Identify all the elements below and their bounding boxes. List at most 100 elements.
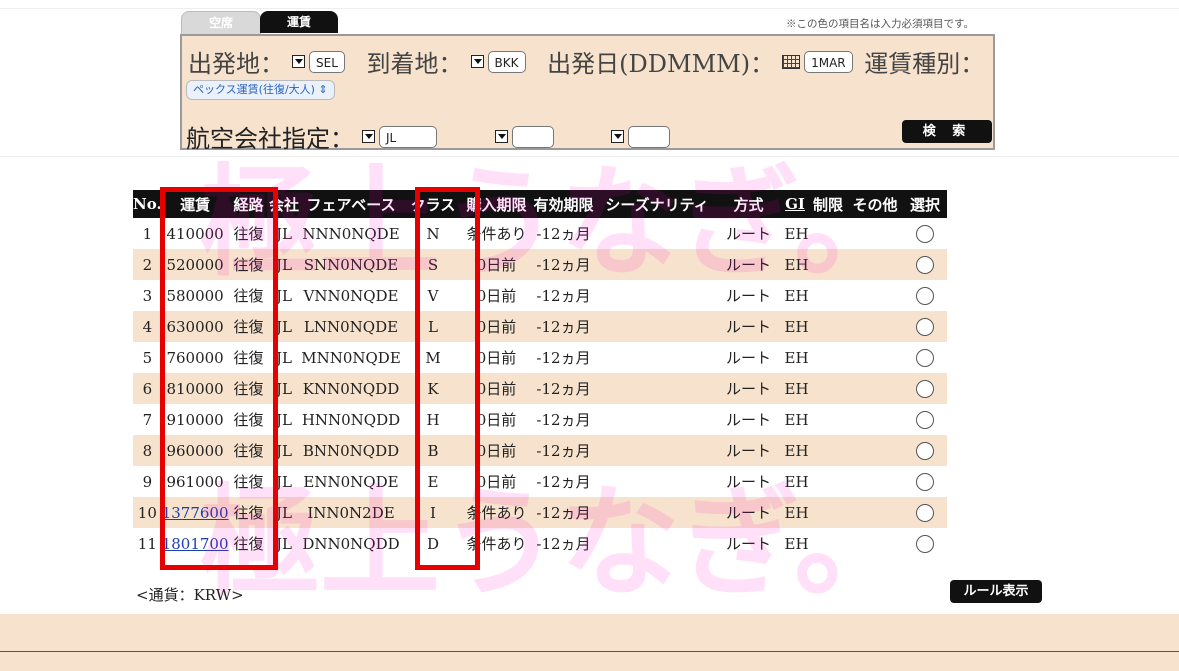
search-button[interactable]: 検 索 (902, 120, 992, 143)
dropdown-icon[interactable] (292, 55, 305, 68)
gi-cell: EH (780, 373, 810, 404)
fare-basis-cell: SNN0NQDE (299, 249, 403, 280)
rule-display-button[interactable]: ルール表示 (950, 580, 1042, 603)
validity-cell: -12ヵ月 (529, 373, 598, 404)
other-cell (846, 311, 904, 342)
tab-fares[interactable]: 運賃 (260, 11, 338, 33)
arrival-label: 到着地： (366, 50, 463, 78)
seasonality-cell (598, 342, 717, 373)
dropdown-icon[interactable] (611, 130, 625, 143)
other-cell (847, 342, 904, 373)
fare-type-value: ペックス運賃(往復/大人) (193, 83, 315, 96)
gi-cell: EH (784, 286, 809, 305)
select-cell (904, 404, 947, 435)
search-row-1: 出発地： SEL 到着地： BKK 出発日(DDMMM)： 1MAR 運賃種別： (188, 44, 984, 79)
select-radio[interactable] (916, 411, 934, 429)
gi-cell: EH (780, 497, 810, 528)
method-cell: ルート (716, 249, 781, 280)
seasonality-cell (598, 404, 717, 435)
validity-cell: -12ヵ月 (529, 249, 598, 280)
departure-date-label: 出発日(DDMMM)： (547, 50, 775, 78)
row-number: 11 (137, 534, 157, 553)
seasonality-cell (597, 373, 717, 404)
row-number: 1 (142, 224, 153, 243)
validity-cell: -12ヵ月 (529, 497, 598, 528)
select-radio[interactable] (916, 287, 934, 305)
fare-basis-cell: VNN0NQDE (303, 286, 399, 305)
other-cell (846, 249, 904, 280)
tab-availability[interactable]: 空席 (181, 11, 261, 34)
row-number: 3 (142, 286, 153, 305)
select-cell (904, 342, 947, 373)
select-radio[interactable] (916, 442, 934, 460)
airline-field-3[interactable] (628, 125, 671, 148)
select-radio[interactable] (916, 318, 934, 336)
validity-cell: -12ヵ月 (529, 435, 598, 466)
seasonality-cell (597, 249, 717, 280)
calendar-icon[interactable] (782, 54, 801, 69)
gi-cell: EH (780, 435, 810, 466)
method-cell: ルート (725, 287, 771, 305)
departure-date-field[interactable]: 1MAR (804, 50, 853, 73)
other-cell (847, 218, 904, 249)
airline-field-1[interactable]: JL (379, 125, 437, 148)
dropdown-icon[interactable] (494, 130, 508, 143)
other-cell (846, 497, 904, 528)
select-radio[interactable] (916, 504, 934, 522)
select-cell (904, 280, 947, 311)
row-number: 5 (142, 348, 153, 367)
validity-cell: -12ヵ月 (536, 225, 591, 243)
validity-cell: -12ヵ月 (536, 535, 591, 553)
airline-field-2[interactable] (511, 125, 554, 148)
column-header: GI (780, 190, 810, 218)
select-cell (904, 466, 947, 497)
seasonality-cell (598, 218, 717, 249)
fare-basis-cell: HNN0NQDD (301, 410, 401, 429)
currency-note: <通貨：KRW> (136, 586, 244, 604)
column-header: 有効期限 (529, 190, 598, 218)
select-radio[interactable] (916, 535, 934, 553)
restriction-cell (809, 497, 847, 528)
seasonality-cell (597, 435, 717, 466)
method-cell: ルート (725, 349, 771, 367)
select-arrows-icon: ⇕ (318, 83, 328, 96)
fare-type-select[interactable]: ペックス運賃(往復/大人) ⇕ (186, 80, 335, 100)
select-radio[interactable] (916, 473, 934, 491)
restriction-cell (810, 218, 847, 249)
select-radio[interactable] (916, 225, 934, 243)
footer-band (0, 614, 1179, 671)
row-number: 10 (133, 497, 162, 528)
other-cell (847, 404, 904, 435)
select-radio[interactable] (916, 349, 934, 367)
fare-basis-cell: DNN0NQDD (302, 534, 400, 553)
row-number: 8 (133, 435, 162, 466)
column-header: その他 (846, 190, 904, 218)
select-radio[interactable] (916, 380, 934, 398)
fare-basis-cell: ENN0NQDE (303, 472, 399, 491)
dropdown-icon[interactable] (362, 130, 375, 143)
fare-basis-cell: BNN0NQDD (299, 435, 403, 466)
highlight-class (415, 187, 480, 570)
other-cell (847, 466, 904, 497)
select-cell (903, 311, 947, 342)
restriction-cell (809, 435, 847, 466)
gi-cell: EH (784, 410, 809, 429)
select-radio[interactable] (916, 256, 934, 274)
search-row-2: 航空会社指定： JL (186, 119, 671, 154)
departure-field[interactable]: SEL (309, 50, 345, 73)
top-divider (0, 8, 1179, 9)
method-cell: ルート (725, 225, 771, 243)
search-panel: 出発地： SEL 到着地： BKK 出発日(DDMMM)： 1MAR 運賃種別： ペッ… (180, 34, 995, 153)
column-header: 方式 (716, 190, 781, 218)
select-cell (903, 249, 947, 280)
column-header: フェアベース (299, 190, 403, 218)
fare-basis-cell: NNN0NQDE (302, 224, 400, 243)
restriction-cell (810, 280, 847, 311)
restriction-cell (809, 249, 847, 280)
arrival-field[interactable]: BKK (487, 50, 526, 73)
fare-basis-cell: KNN0NQDD (299, 373, 403, 404)
row-number: 2 (133, 249, 162, 280)
dropdown-icon[interactable] (470, 55, 484, 68)
row-number: 4 (133, 311, 162, 342)
method-cell: ルート (725, 535, 771, 553)
